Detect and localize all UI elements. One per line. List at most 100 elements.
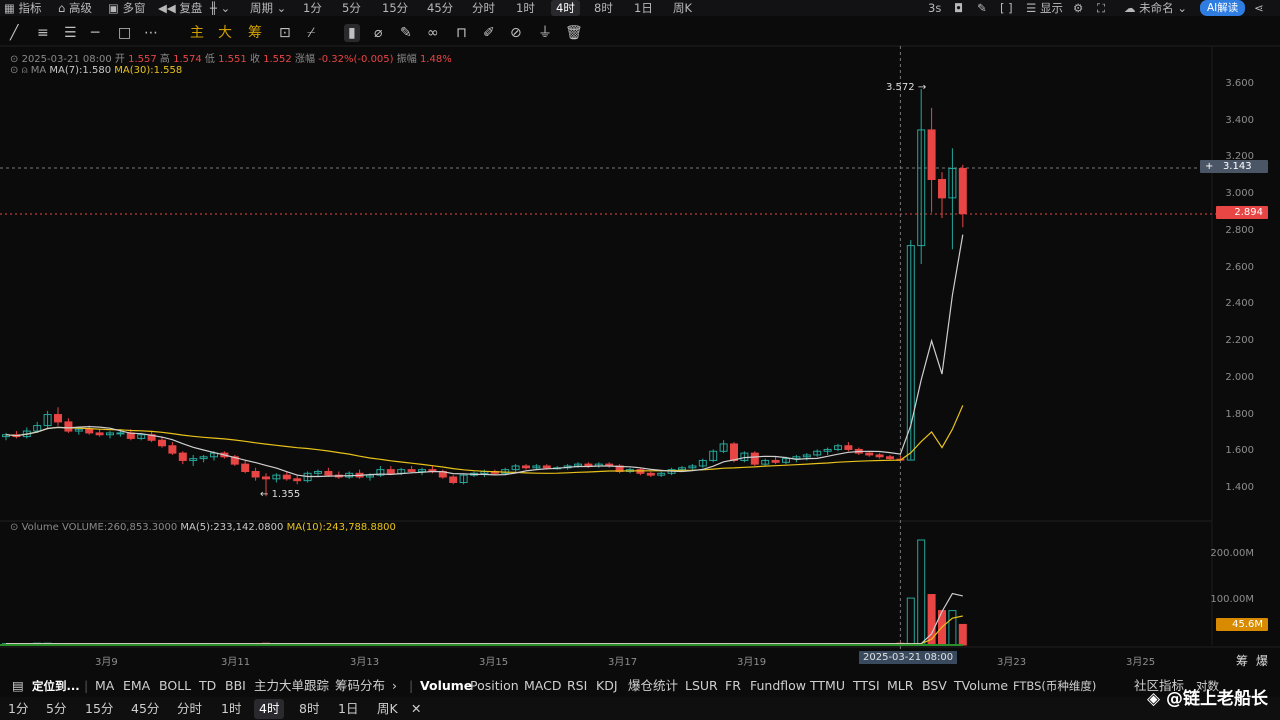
- bottom-period-15m[interactable]: 15分: [85, 699, 113, 719]
- volume-info: ⊙ Volume VOLUME:260,853.3000 MA(5):233,1…: [10, 522, 396, 533]
- sub-indicator-rsi[interactable]: RSI: [567, 677, 587, 695]
- sub-indicator-fr[interactable]: FR: [725, 677, 741, 695]
- sub-indicator-tvolume[interactable]: TVolume: [954, 677, 1008, 695]
- sub-indicator-ttmu[interactable]: TTMU: [810, 677, 845, 695]
- main-indicator-ma[interactable]: MA: [95, 677, 114, 695]
- price-axis-label: 2.600: [1225, 261, 1254, 273]
- sub-indicator-bsv[interactable]: BSV: [922, 677, 947, 695]
- sub-indicator-position[interactable]: Position: [470, 677, 519, 695]
- candle-body: [584, 463, 593, 467]
- indicator-bar: ▤ 定位到... | MA EMA BOLL TD BBI 主力大单跟踪 筹码分…: [0, 674, 1280, 696]
- main-indicator-ema[interactable]: EMA: [123, 677, 150, 695]
- bottom-period-5m[interactable]: 5分: [46, 699, 66, 719]
- sub-indicator-ttsi[interactable]: TTSI: [853, 677, 880, 695]
- watermark: ◈ @链上老船长: [1147, 689, 1268, 709]
- bottom-period-45m[interactable]: 45分: [131, 699, 159, 719]
- main-indicator-bbi[interactable]: BBI: [225, 677, 246, 695]
- time-axis-label: 3月23: [997, 657, 1027, 668]
- last-volume-tag: 45.6M: [1216, 618, 1268, 631]
- binance-logo-icon: ◈: [1147, 689, 1161, 709]
- volume-bar: [948, 610, 957, 646]
- volume-bar: [958, 623, 967, 646]
- candle-body: [386, 469, 395, 474]
- price-axis-label: 3.600: [1225, 78, 1254, 89]
- price-axis-label: 2.200: [1225, 335, 1254, 347]
- bottom-period-1h[interactable]: 1时: [221, 699, 241, 719]
- price-axis-label: 1.400: [1225, 482, 1254, 493]
- sub-indicator-liquidation[interactable]: 爆仓统计: [628, 677, 678, 695]
- bottom-period-1d[interactable]: 1日: [338, 699, 358, 719]
- main-indicator-chips[interactable]: 筹码分布: [335, 677, 385, 695]
- locate-button[interactable]: 定位到...: [32, 677, 80, 695]
- volume-ma10-line: [6, 615, 963, 645]
- candle-body: [886, 456, 894, 460]
- close-icon[interactable]: ✕: [411, 699, 421, 719]
- main-indicator-td[interactable]: TD: [199, 677, 216, 695]
- volume-bar: [927, 594, 936, 646]
- bottom-period-timeshare[interactable]: 分时: [177, 699, 202, 719]
- sub-indicator-volume[interactable]: Volume: [420, 677, 472, 695]
- time-axis-label: 3月15: [479, 657, 509, 668]
- candle-body: [750, 452, 759, 465]
- burst-toggle[interactable]: 爆: [1256, 652, 1268, 669]
- time-axis-label: 3月11: [221, 657, 251, 668]
- price-axis-label: 3.000: [1225, 188, 1254, 200]
- collapse-icon[interactable]: ⊙: [10, 54, 18, 65]
- crosshair-time-label: 2025-03-21 08:00: [859, 651, 958, 664]
- main-indicator-big-order[interactable]: 主力大单跟踪: [254, 677, 329, 695]
- sub-indicator-kdj[interactable]: KDJ: [596, 677, 618, 695]
- candle-body: [875, 454, 884, 458]
- price-axis-label: 2.000: [1225, 371, 1254, 383]
- bottom-period-week[interactable]: 周K: [377, 699, 398, 719]
- locate-icon[interactable]: ▤: [12, 677, 24, 695]
- volume-ma5-line: [6, 592, 963, 645]
- time-axis-label: 3月25: [1126, 657, 1156, 668]
- candle-body: [251, 470, 260, 478]
- collapse-icon[interactable]: ⊙: [10, 522, 18, 533]
- candle-body: [85, 428, 94, 434]
- candle-body: [262, 476, 270, 480]
- time-axis-label: 3月19: [737, 657, 767, 668]
- candle-body: [771, 459, 780, 463]
- candlestick-chart[interactable]: [0, 0, 1280, 672]
- sub-indicator-mlr[interactable]: MLR: [887, 677, 913, 695]
- candle-body: [116, 432, 125, 435]
- price-axis-label: 3.400: [1225, 114, 1254, 126]
- alarm-icon[interactable]: ⍝: [22, 65, 28, 76]
- volume-axis-label: 100.00M: [1210, 594, 1254, 605]
- bottom-period-8h[interactable]: 8时: [299, 699, 319, 719]
- volume-bar: [917, 539, 926, 646]
- candle-body: [95, 432, 104, 436]
- candle-body: [958, 167, 967, 215]
- sub-indicator-fundflow[interactable]: Fundflow: [750, 677, 806, 695]
- period-bar: 1分 5分 15分 45分 分时 1时 4时 8时 1日 周K ✕: [0, 697, 1280, 720]
- chevron-right-icon[interactable]: ›: [392, 677, 397, 695]
- candle-body: [324, 470, 333, 476]
- last-price-tag: 2.894: [1216, 206, 1268, 219]
- candle-body: [938, 178, 946, 199]
- ohlc-info: ⊙ 2025-03-21 08:00 开 1.557 高 1.574 低 1.5…: [10, 54, 452, 65]
- candle-body: [542, 465, 551, 469]
- sub-indicator-lsur[interactable]: LSUR: [685, 677, 718, 695]
- candle-body: [407, 469, 416, 472]
- chips-toggle[interactable]: 筹: [1236, 652, 1248, 669]
- sub-indicator-ftbs[interactable]: FTBS(币种维度): [1013, 677, 1096, 695]
- sub-indicator-macd[interactable]: MACD: [524, 677, 561, 695]
- crosshair-price-tag: + 3.143: [1200, 160, 1268, 173]
- candle-body: [64, 421, 73, 432]
- collapse-icon[interactable]: ⊙: [10, 65, 18, 76]
- time-axis-label: 3月9: [95, 657, 118, 668]
- bottom-period-4h[interactable]: 4时: [254, 699, 285, 719]
- candle-body: [168, 445, 177, 454]
- candle-body: [54, 414, 62, 423]
- plus-icon[interactable]: +: [1205, 161, 1213, 172]
- bottom-period-1m[interactable]: 1分: [8, 699, 28, 719]
- candle-body: [178, 452, 187, 461]
- candle-body: [522, 465, 530, 469]
- candle-body: [241, 463, 250, 472]
- divider: |: [409, 678, 414, 693]
- price-axis-label: 2.400: [1225, 298, 1254, 310]
- price-axis-label: 1.800: [1225, 408, 1254, 420]
- divider: |: [84, 678, 89, 693]
- main-indicator-boll[interactable]: BOLL: [159, 677, 191, 695]
